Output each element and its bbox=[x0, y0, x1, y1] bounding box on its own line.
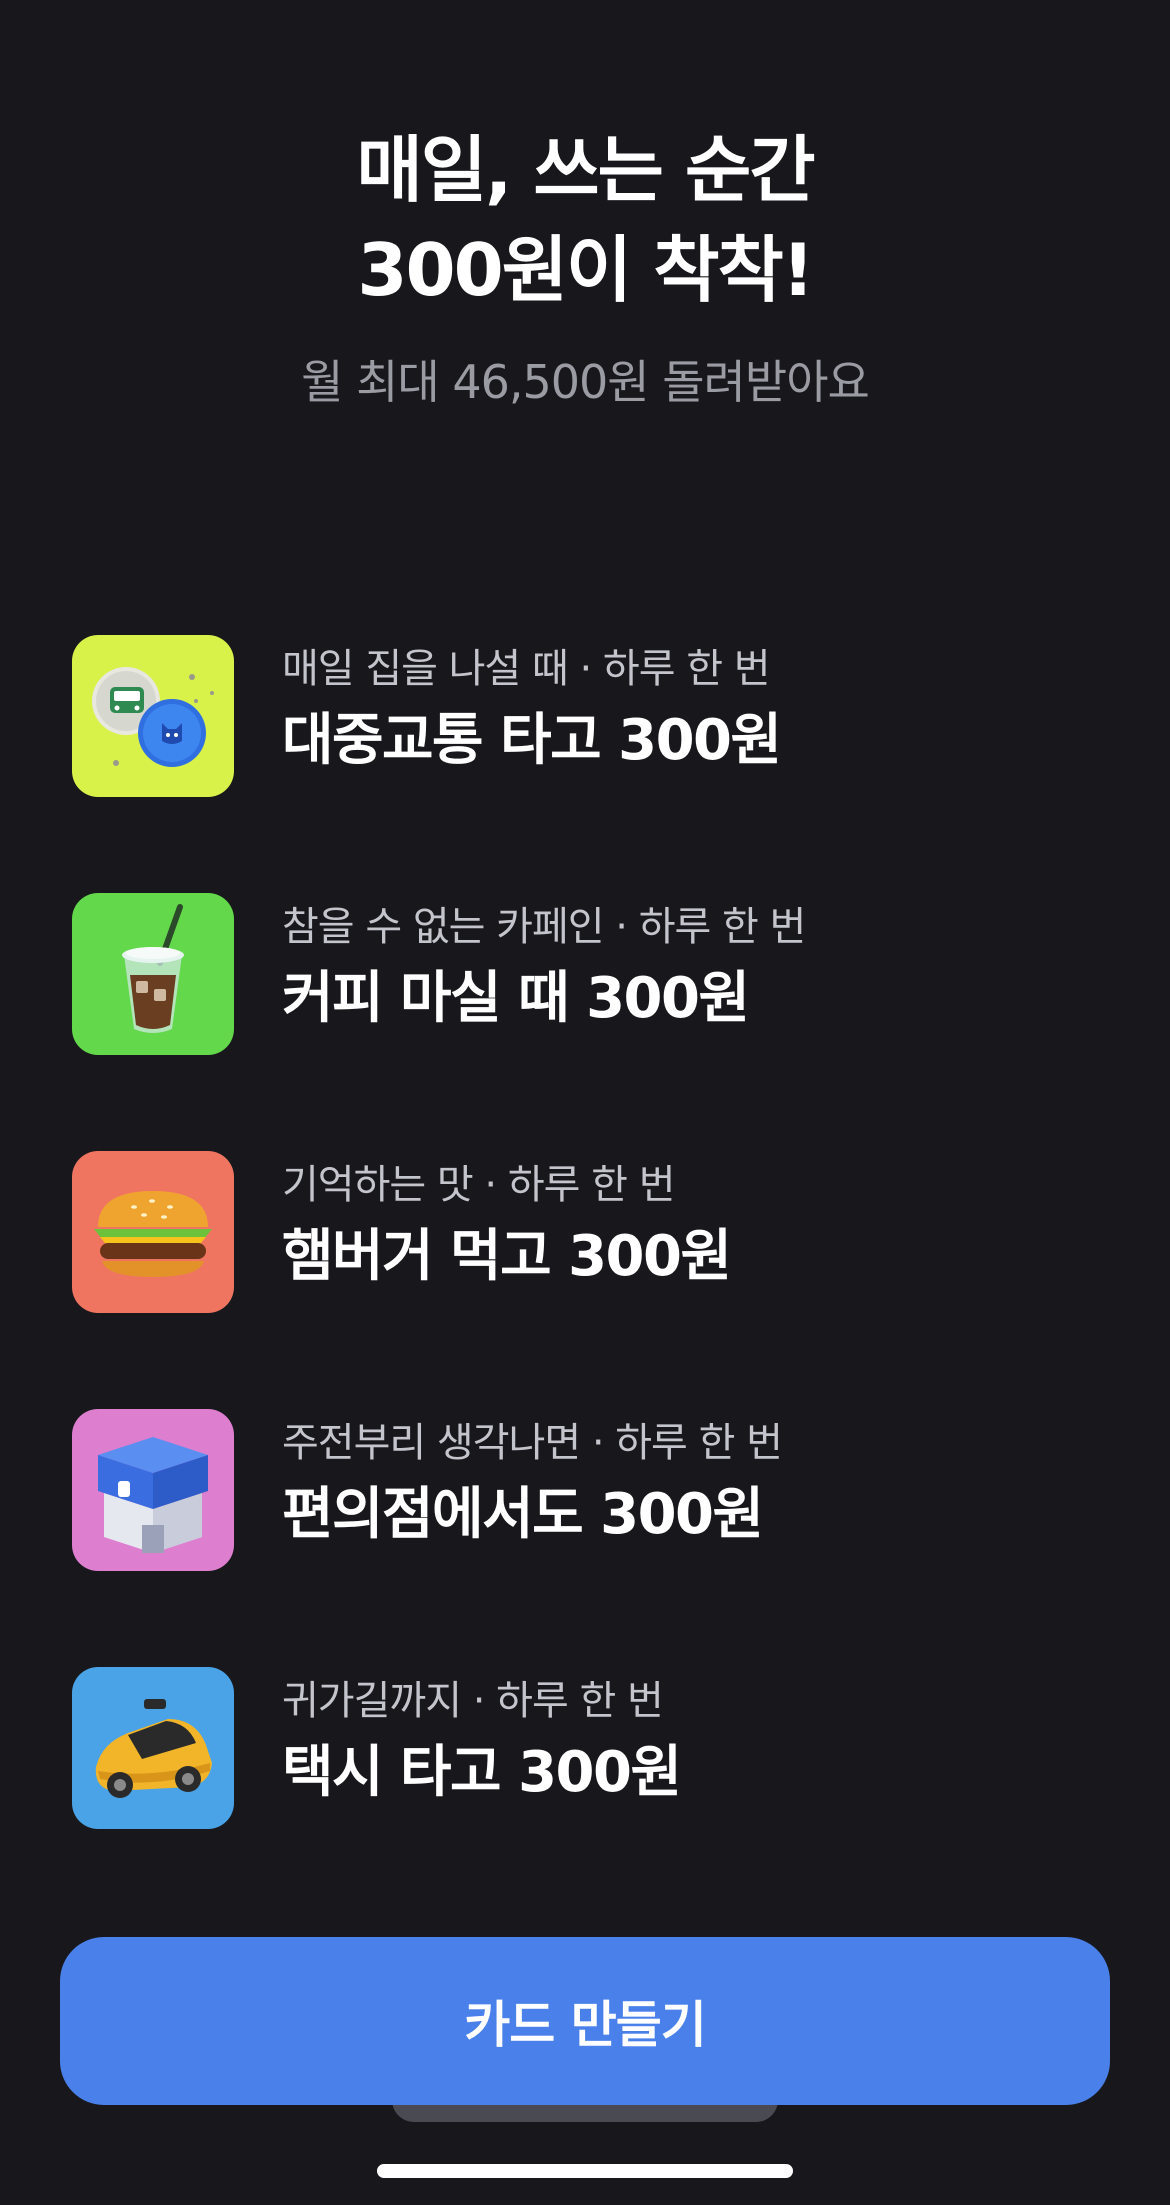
benefit-item-taxi: 귀가길까지 · 하루 한 번 택시 타고 300원 bbox=[72, 1667, 1098, 1829]
hamburger-icon bbox=[72, 1151, 234, 1313]
make-card-button[interactable]: 카드 만들기 bbox=[60, 1937, 1110, 2105]
benefit-item-convenience-store: 주전부리 생각나면 · 하루 한 번 편의점에서도 300원 bbox=[72, 1409, 1098, 1571]
benefit-title: 대중교통 타고 300원 bbox=[282, 708, 782, 773]
benefit-caption: 매일 집을 나설 때 · 하루 한 번 bbox=[282, 646, 771, 692]
iced-coffee-icon bbox=[72, 893, 234, 1055]
page-subtitle: 월 최대 46,500원 돌려받아요 bbox=[301, 355, 870, 409]
benefit-title: 햄버거 먹고 300원 bbox=[282, 1224, 732, 1289]
benefit-title: 편의점에서도 300원 bbox=[282, 1482, 764, 1547]
transit-card-icon bbox=[72, 635, 234, 797]
benefit-item-hamburger: 기억하는 맛 · 하루 한 번 햄버거 먹고 300원 bbox=[72, 1151, 1098, 1313]
page-title-line-2: 300원이 착착! bbox=[357, 228, 814, 312]
home-indicator[interactable] bbox=[377, 2164, 793, 2178]
benefit-title: 택시 타고 300원 bbox=[282, 1740, 682, 1805]
benefit-item-coffee: 참을 수 없는 카페인 · 하루 한 번 커피 마실 때 300원 bbox=[72, 893, 1098, 1055]
taxi-icon bbox=[72, 1667, 234, 1829]
benefit-caption: 주전부리 생각나면 · 하루 한 번 bbox=[282, 1420, 783, 1466]
benefit-caption: 기억하는 맛 · 하루 한 번 bbox=[282, 1162, 675, 1208]
convenience-store-icon bbox=[72, 1409, 234, 1571]
benefit-item-transit: 매일 집을 나설 때 · 하루 한 번 대중교통 타고 300원 bbox=[72, 635, 1098, 797]
benefit-caption: 귀가길까지 · 하루 한 번 bbox=[282, 1678, 664, 1724]
benefit-title: 커피 마실 때 300원 bbox=[282, 966, 750, 1031]
benefit-list: 매일 집을 나설 때 · 하루 한 번 대중교통 타고 300원 참을 수 없는… bbox=[72, 635, 1098, 1925]
benefit-caption: 참을 수 없는 카페인 · 하루 한 번 bbox=[282, 904, 806, 950]
page-title: 매일, 쓰는 순간 300원이 착착! bbox=[0, 120, 1170, 320]
page-title-line-1: 매일, 쓰는 순간 bbox=[356, 128, 816, 212]
card-benefit-screen: 매일, 쓰는 순간 300원이 착착! 월 최대 46,500원 돌려받아요 매… bbox=[0, 0, 1170, 2205]
